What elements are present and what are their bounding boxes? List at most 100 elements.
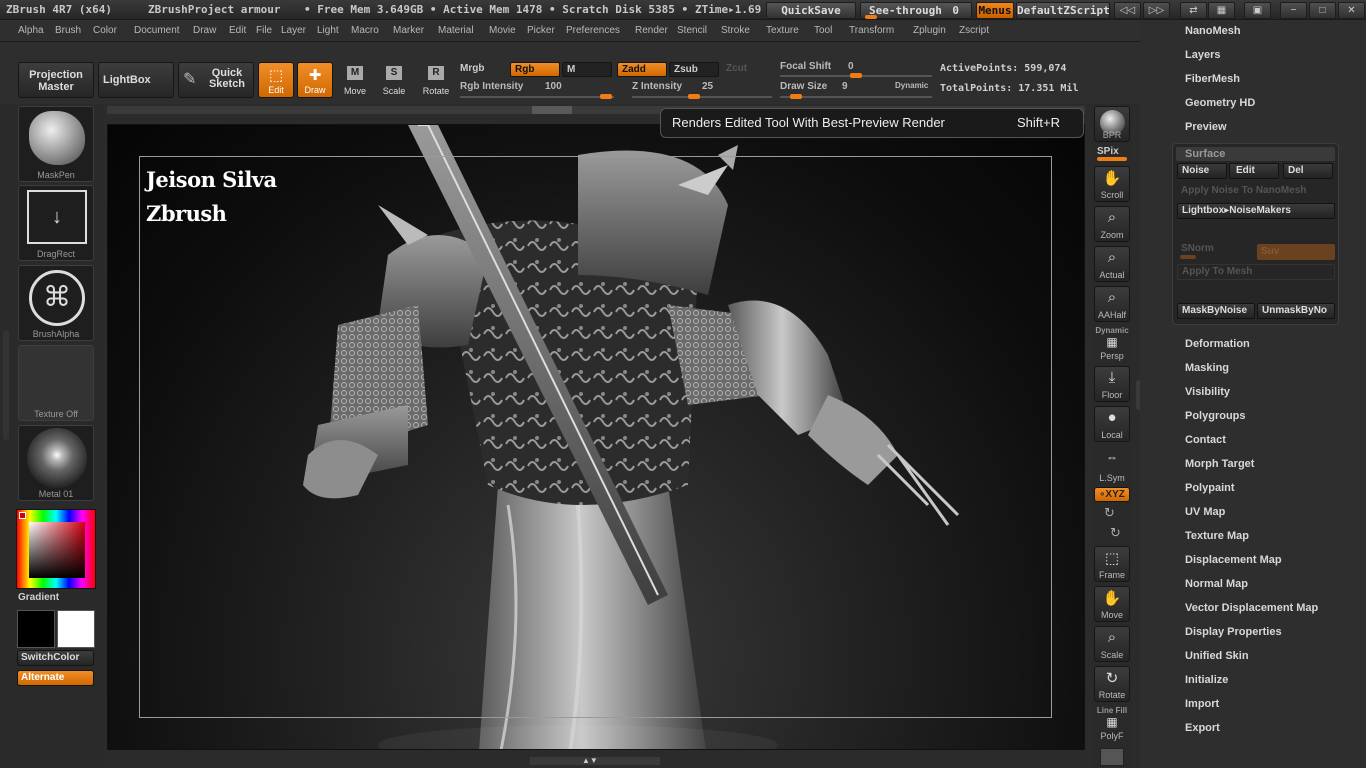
focal-shift-knob[interactable] (850, 73, 862, 78)
rgb-intensity-track[interactable] (460, 96, 614, 98)
noise-edit-button[interactable]: Edit (1229, 163, 1279, 179)
draw-size-value[interactable]: 9 (842, 81, 848, 92)
layout-icon[interactable]: ⇄ (1180, 2, 1207, 19)
menu-texture[interactable]: Texture (766, 25, 799, 36)
menu-file[interactable]: File (256, 25, 272, 36)
menu-transform[interactable]: Transform (849, 25, 894, 36)
alpha-selector[interactable]: ⌘ BrushAlpha (18, 265, 94, 341)
palette-import[interactable]: Import (1185, 698, 1219, 710)
canvas-bottom-scrollbar[interactable]: ▲▼ (530, 757, 660, 765)
snorm-slider[interactable]: SNorm (1181, 243, 1214, 254)
palette-preview[interactable]: Preview (1185, 121, 1227, 133)
menu-stencil[interactable]: Stencil (677, 25, 707, 36)
material-selector[interactable]: Metal 01 (18, 425, 94, 501)
palette-polypaint[interactable]: Polypaint (1185, 482, 1235, 494)
suv-button[interactable]: Suv (1257, 244, 1335, 260)
close-icon[interactable]: ✕ (1338, 2, 1365, 19)
palette-displacement-map[interactable]: Displacement Map (1185, 554, 1282, 566)
stroke-selector[interactable]: ↓ DragRect (18, 185, 94, 261)
palette-texture-map[interactable]: Texture Map (1185, 530, 1249, 542)
menu-material[interactable]: Material (438, 25, 474, 36)
unmask-by-noise-button[interactable]: UnmaskByNo (1257, 303, 1335, 319)
rgb-button[interactable]: Rgb (510, 62, 560, 77)
lsym-button[interactable]: ⇔ L.Sym (1094, 448, 1130, 484)
aahalf-button[interactable]: ⌕ AAHalf (1094, 286, 1130, 322)
menu-draw[interactable]: Draw (193, 25, 216, 36)
rotate-view-button[interactable]: ↻ Rotate (1094, 666, 1130, 702)
menu-brush[interactable]: Brush (55, 25, 81, 36)
menu-render[interactable]: Render (635, 25, 668, 36)
actual-button[interactable]: ⌕ Actual (1094, 246, 1130, 282)
rgb-intensity-knob[interactable] (600, 94, 612, 99)
menu-picker[interactable]: Picker (527, 25, 555, 36)
color-marker[interactable] (19, 512, 26, 519)
local-button[interactable]: ● Local (1094, 406, 1130, 442)
menu-stroke[interactable]: Stroke (721, 25, 750, 36)
edit-mode-button[interactable]: ⬚ Edit (258, 62, 294, 98)
palette-vector-displacement-map[interactable]: Vector Displacement Map (1185, 602, 1318, 614)
restore-icon[interactable]: □ (1309, 2, 1336, 19)
secondary-color-swatch[interactable] (57, 610, 95, 648)
spix-slider[interactable] (1097, 157, 1127, 161)
quick-sketch-button[interactable]: ✎ Quick Sketch (178, 62, 254, 98)
palette-export[interactable]: Export (1185, 722, 1220, 734)
quicksave-button[interactable]: QuickSave (766, 2, 856, 19)
noise-button[interactable]: Noise (1177, 163, 1227, 179)
dynamic-persp-label[interactable]: Dynamic (1094, 326, 1130, 335)
menu-color[interactable]: Color (93, 25, 117, 36)
dynamic-button[interactable]: Dynamic (895, 81, 928, 90)
palette-visibility[interactable]: Visibility (1185, 386, 1230, 398)
palette-morph-target[interactable]: Morph Target (1185, 458, 1254, 470)
rewind-icon[interactable]: ◁◁ (1114, 2, 1141, 19)
z-intensity-track[interactable] (632, 96, 772, 98)
lightbox-button[interactable]: LightBox (98, 62, 174, 98)
switchcolor-button[interactable]: SwitchColor (17, 650, 94, 666)
forward-icon[interactable]: ▷▷ (1143, 2, 1170, 19)
palette-unified-skin[interactable]: Unified Skin (1185, 650, 1249, 662)
lock-icon[interactable]: ▣ (1244, 2, 1271, 19)
minimize-icon[interactable]: − (1280, 2, 1307, 19)
move-view-button[interactable]: ✋ Move (1094, 586, 1130, 622)
snorm-knob[interactable] (1180, 255, 1196, 259)
line-fill-label[interactable]: Line Fill (1094, 706, 1130, 715)
palette-polygroups[interactable]: Polygroups (1185, 410, 1246, 422)
palette-display-properties[interactable]: Display Properties (1185, 626, 1282, 638)
palette-masking[interactable]: Masking (1185, 362, 1229, 374)
brush-selector[interactable]: MaskPen (18, 106, 94, 182)
palette-layers[interactable]: Layers (1185, 49, 1220, 61)
menu-zplugin[interactable]: Zplugin (913, 25, 946, 36)
palette-fibermesh[interactable]: FiberMesh (1185, 73, 1240, 85)
gradient-label[interactable]: Gradient (18, 592, 59, 603)
z-intensity-value[interactable]: 25 (702, 81, 713, 92)
color-saturation-square[interactable] (29, 522, 85, 578)
palette-geometry-hd[interactable]: Geometry HD (1185, 97, 1255, 109)
canvas-bottom-arrows-icon[interactable]: ▲▼ (582, 757, 598, 765)
persp-button[interactable]: Dynamic ▦ Persp (1094, 326, 1130, 362)
palette-deformation[interactable]: Deformation (1185, 338, 1250, 350)
menu-preferences[interactable]: Preferences (566, 25, 620, 36)
menu-layer[interactable]: Layer (281, 25, 306, 36)
left-tray-handle[interactable] (3, 330, 9, 440)
projection-master-button[interactable]: Projection Master (18, 62, 94, 98)
arrange-icon[interactable]: ▦ (1208, 2, 1235, 19)
see-through-slider[interactable]: See-through 0 (860, 2, 972, 19)
menus-button[interactable]: Menus (976, 2, 1014, 19)
menu-zscript[interactable]: Zscript (959, 25, 989, 36)
menu-movie[interactable]: Movie (489, 25, 516, 36)
menu-edit[interactable]: Edit (229, 25, 246, 36)
rotate-z-icon[interactable]: ↻ (1110, 525, 1121, 541)
primary-color-swatch[interactable] (17, 610, 55, 648)
m-button[interactable]: M (562, 62, 612, 77)
surface-header[interactable]: Surface (1176, 147, 1335, 161)
zoom-button[interactable]: ⌕ Zoom (1094, 206, 1130, 242)
menu-macro[interactable]: Macro (351, 25, 379, 36)
rotate-mode-button[interactable]: R Rotate (418, 62, 454, 98)
noise-del-button[interactable]: Del (1283, 163, 1333, 179)
zsub-button[interactable]: Zsub (669, 62, 719, 77)
floor-button[interactable]: ⤓ Floor (1094, 366, 1130, 402)
zadd-button[interactable]: Zadd (617, 62, 667, 77)
menu-alpha[interactable]: Alpha (18, 25, 44, 36)
palette-nanomesh[interactable]: NanoMesh (1185, 25, 1241, 37)
transp-button[interactable] (1100, 748, 1124, 766)
apply-to-mesh-button[interactable]: Apply To Mesh (1177, 264, 1335, 280)
